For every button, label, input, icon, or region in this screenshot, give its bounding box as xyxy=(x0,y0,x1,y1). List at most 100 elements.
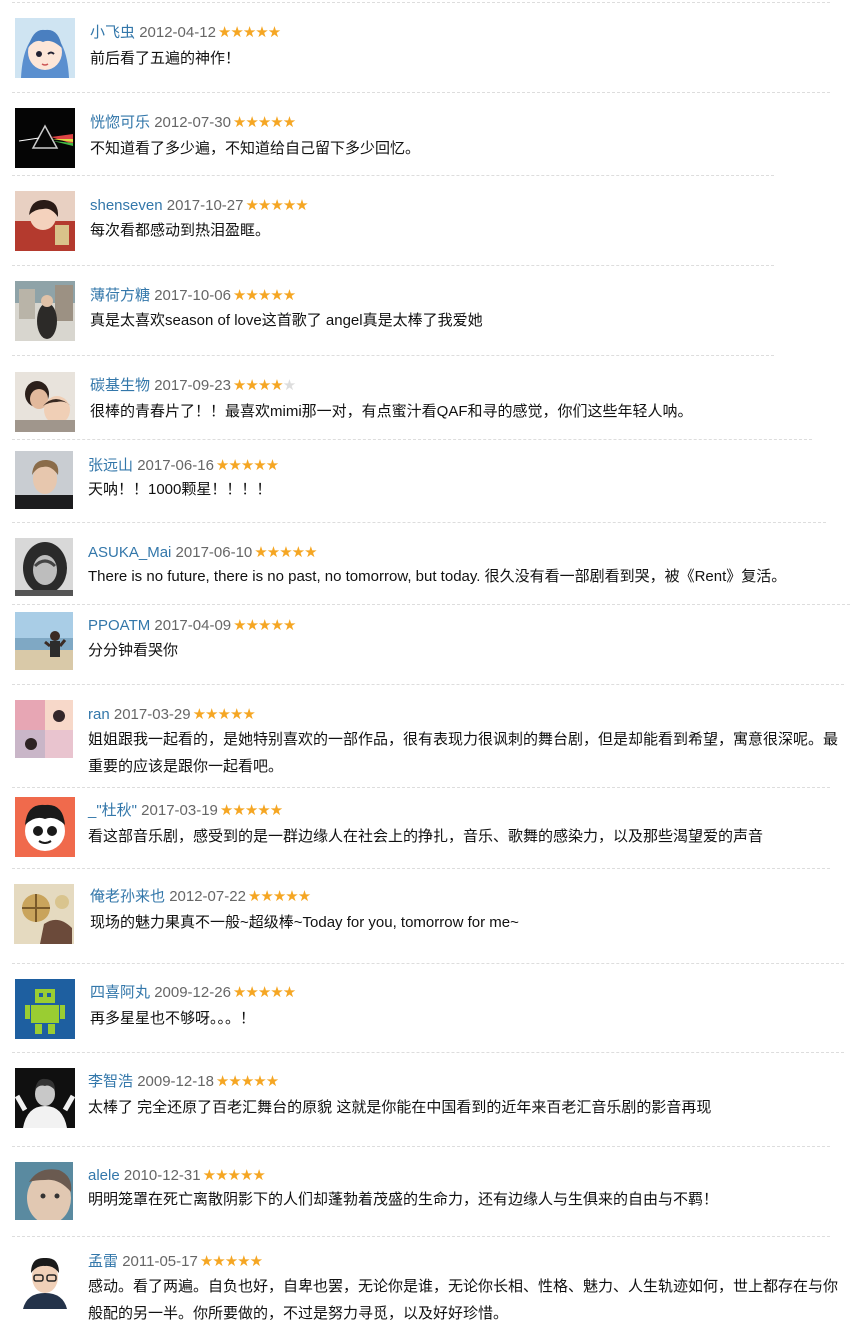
comment-text: 再多星星也不够呀。。。！ xyxy=(90,1010,256,1027)
star-filled-icon: ★ xyxy=(282,196,296,214)
star-filled-icon: ★ xyxy=(233,616,246,634)
star-filled-icon: ★ xyxy=(257,113,271,131)
star-filled-icon: ★ xyxy=(192,705,206,723)
comment-meta: ASUKA_Mai 2017-06-10 ★★★★★ xyxy=(88,542,318,563)
comment-text: 天呐！！1000颗星！！！！ xyxy=(88,481,272,498)
username-link[interactable]: ASUKA_Mai xyxy=(88,544,171,561)
star-filled-icon: ★ xyxy=(245,983,258,1001)
star-filled-icon: ★ xyxy=(254,543,267,561)
star-filled-icon: ★ xyxy=(266,543,280,561)
star-filled-icon: ★ xyxy=(242,705,255,723)
star-filled-icon: ★ xyxy=(239,1166,253,1184)
star-filled-icon: ★ xyxy=(270,983,283,1001)
star-filled-icon: ★ xyxy=(242,23,256,41)
username-link[interactable]: 恍惚可乐 xyxy=(90,114,150,131)
username-link[interactable]: 碳基生物 xyxy=(90,377,150,394)
child-photo-avatar[interactable] xyxy=(15,191,75,251)
collage-avatar[interactable] xyxy=(15,700,73,758)
star-filled-icon: ★ xyxy=(257,983,271,1001)
username-link[interactable]: 小飞虫 xyxy=(90,24,135,41)
divider xyxy=(12,2,830,3)
star-filled-icon: ★ xyxy=(229,705,243,723)
couple-photo-avatar[interactable] xyxy=(15,372,75,432)
star-filled-icon: ★ xyxy=(232,376,246,394)
star-filled-icon: ★ xyxy=(291,543,305,561)
comment-meta: 张远山 2017-06-16 ★★★★★ xyxy=(88,455,279,476)
username-link[interactable]: 四喜阿丸 xyxy=(90,984,150,1001)
star-filled-icon: ★ xyxy=(199,1252,213,1270)
star-filled-icon: ★ xyxy=(232,983,246,1001)
comment-meta: ran 2017-03-29 ★★★★★ xyxy=(88,704,256,725)
comment-text: 不知道看了多少遍，不知道给自己留下多少回忆。 xyxy=(90,140,421,157)
illustration-avatar[interactable] xyxy=(14,884,76,946)
star-filled-icon: ★ xyxy=(255,23,268,41)
username-link[interactable]: 薄荷方糖 xyxy=(90,287,150,304)
username-link[interactable]: 俺老孙来也 xyxy=(90,888,165,905)
star-filled-icon: ★ xyxy=(247,887,261,905)
star-rating: ★★★★★ xyxy=(232,375,296,395)
divider xyxy=(12,1236,830,1237)
star-filled-icon: ★ xyxy=(202,1166,216,1184)
glasses-man-avatar[interactable] xyxy=(15,1249,75,1309)
comment-date: 2009-12-18 xyxy=(137,1073,214,1090)
performer-avatar[interactable] xyxy=(15,1068,75,1128)
comment-meta: 四喜阿丸 2009-12-26 ★★★★★ xyxy=(90,982,296,1003)
username-link[interactable]: 李智浩 xyxy=(88,1073,133,1090)
username-link[interactable]: ran xyxy=(88,706,110,723)
comment-date: 2009-12-26 xyxy=(154,984,231,1001)
comment-text: 太棒了 完全还原了百老汇舞台的原貌 这就是你能在中国看到的近年来百老汇音乐剧的影… xyxy=(88,1099,712,1116)
username-link[interactable]: 孟雷 xyxy=(88,1253,118,1270)
star-filled-icon: ★ xyxy=(228,1072,241,1090)
star-rating: ★★★★★ xyxy=(192,704,256,724)
star-rating: ★★★★★ xyxy=(216,1071,279,1091)
comment-text: 每次看都感动到热泪盈眶。 xyxy=(90,222,271,239)
star-filled-icon: ★ xyxy=(252,1166,265,1184)
username-link[interactable]: 张远山 xyxy=(88,457,133,474)
username-link[interactable]: PPOATM xyxy=(88,617,150,634)
star-filled-icon: ★ xyxy=(282,616,296,634)
comment-meta: shenseven 2017-10-27 ★★★★★ xyxy=(90,195,309,216)
star-filled-icon: ★ xyxy=(297,887,311,905)
username-link[interactable]: _"杜秋" xyxy=(88,802,137,819)
cartoon-avatar[interactable] xyxy=(15,797,75,857)
divider xyxy=(12,265,774,266)
prism-avatar[interactable] xyxy=(15,108,75,168)
comment-meta: _"杜秋" 2017-03-19 ★★★★★ xyxy=(88,800,283,821)
robot-avatar[interactable] xyxy=(15,979,75,1039)
star-rating: ★★★★★ xyxy=(254,542,317,562)
username-link[interactable]: shenseven xyxy=(90,197,163,214)
divider xyxy=(12,175,774,176)
star-filled-icon: ★ xyxy=(227,1166,241,1184)
divider xyxy=(12,963,844,964)
anime-girl-avatar[interactable] xyxy=(15,18,75,78)
comment-date: 2017-03-29 xyxy=(113,706,191,723)
star-filled-icon: ★ xyxy=(257,376,271,394)
star-rating: ★★★★★ xyxy=(247,886,311,906)
username-link[interactable]: alele xyxy=(88,1167,120,1184)
comment-date: 2012-04-12 xyxy=(139,24,216,41)
comment-date: 2017-03-19 xyxy=(141,802,218,819)
face-closeup-avatar[interactable] xyxy=(15,1162,73,1220)
portrait-avatar[interactable] xyxy=(15,451,73,509)
star-empty-icon: ★ xyxy=(282,376,296,394)
star-filled-icon: ★ xyxy=(270,286,283,304)
comment-date: 2017-06-10 xyxy=(175,544,253,561)
star-filled-icon: ★ xyxy=(257,196,271,214)
star-filled-icon: ★ xyxy=(245,616,259,634)
street-photo-avatar[interactable] xyxy=(15,281,75,341)
star-filled-icon: ★ xyxy=(245,286,258,304)
star-rating: ★★★★★ xyxy=(233,112,296,132)
star-rating: ★★★★★ xyxy=(218,22,281,42)
star-filled-icon: ★ xyxy=(245,113,258,131)
star-rating: ★★★★★ xyxy=(219,800,283,820)
star-filled-icon: ★ xyxy=(272,887,286,905)
star-filled-icon: ★ xyxy=(240,1072,254,1090)
star-filled-icon: ★ xyxy=(249,1252,263,1270)
star-filled-icon: ★ xyxy=(212,1252,225,1270)
comment-meta: 恍惚可乐 2012-07-30 ★★★★★ xyxy=(90,112,296,133)
star-filled-icon: ★ xyxy=(253,1072,266,1090)
beach-photo-avatar[interactable] xyxy=(15,612,73,670)
star-filled-icon: ★ xyxy=(219,801,233,819)
comment-date: 2012-07-30 xyxy=(154,114,231,131)
bw-portrait-avatar[interactable] xyxy=(15,538,73,596)
